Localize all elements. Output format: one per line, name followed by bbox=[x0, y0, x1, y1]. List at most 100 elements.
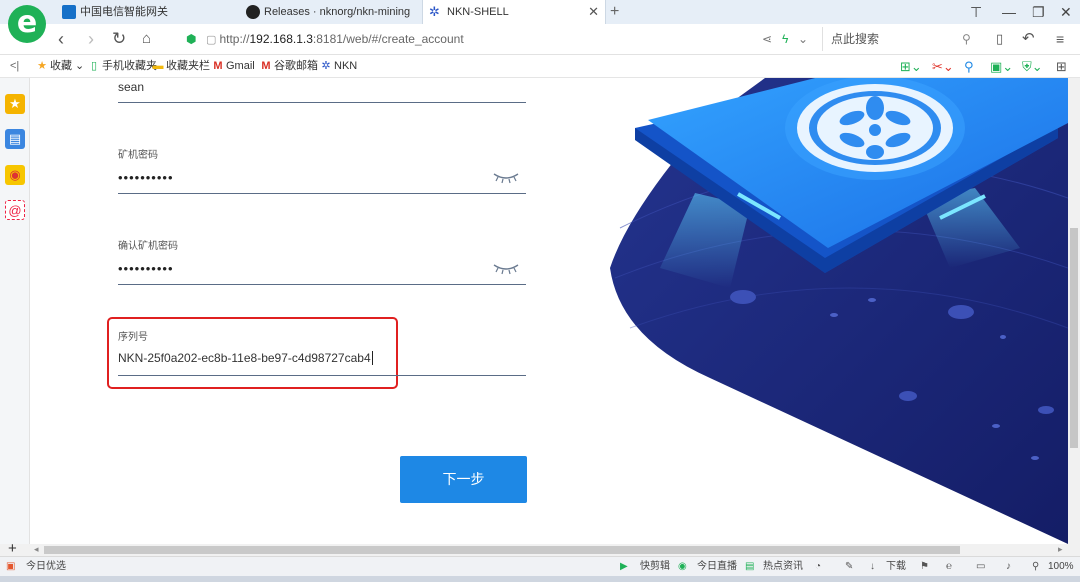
flag-icon[interactable]: ⚑ bbox=[920, 557, 929, 576]
home-icon[interactable]: ⌂ bbox=[142, 27, 151, 51]
favorites-icon[interactable]: ★ bbox=[5, 94, 25, 114]
account-underline bbox=[118, 102, 526, 103]
translate-icon[interactable]: ⊞⌄ bbox=[900, 55, 922, 78]
horizontal-scroll-thumb[interactable] bbox=[44, 546, 960, 554]
search-icon[interactable]: ⚲ bbox=[962, 27, 971, 51]
bookmark-item[interactable]: M Gmail bbox=[212, 55, 254, 78]
zoom-level[interactable]: 100% bbox=[1048, 557, 1074, 576]
horizontal-scrollbar[interactable]: + ◂ ▸ bbox=[0, 540, 1080, 557]
tab-telecom-gateway[interactable]: 中国电信智能网关 bbox=[56, 0, 236, 24]
bookmark-item[interactable]: ★ 收藏 ⌄ bbox=[36, 55, 84, 78]
news-icon[interactable]: ▤ bbox=[5, 129, 25, 149]
browser-logo: e bbox=[8, 5, 46, 43]
tab-nkn-shell[interactable]: ✲ NKN-SHELL ✕ bbox=[422, 0, 606, 24]
bookmarks-bar: <| ★ 收藏 ⌄ ▯ 手机收藏夹 ▬ 收藏夹栏 M Gmail M 谷歌邮箱 ✲ NKN … bbox=[0, 55, 1080, 78]
url-host: 192.168.1.3 bbox=[249, 32, 313, 46]
confirm-password-input[interactable]: •••••••••• bbox=[118, 261, 174, 276]
status-bar: ▣ 今日优选 ▶ 快剪辑 ◉ 今日直播 ▤ 热点资讯 ◔ ✎ ↓ 下载 ⚑ ℮ … bbox=[0, 556, 1080, 576]
live-today-link[interactable]: 今日直播 bbox=[697, 557, 737, 576]
tab-title: NKN-SHELL bbox=[447, 6, 509, 18]
shirt-icon[interactable]: ⊤ bbox=[970, 0, 982, 24]
mail-icon[interactable]: @ bbox=[5, 200, 25, 220]
minimize-icon[interactable]: — bbox=[1002, 0, 1016, 24]
zoom-icon: ⚲ bbox=[1032, 561, 1040, 572]
add-icon[interactable]: + bbox=[8, 540, 17, 557]
back-icon[interactable]: ‹ bbox=[58, 27, 64, 51]
phone-icon[interactable]: ▯ bbox=[996, 27, 1003, 51]
sidebar: ★ ▤ ◉ @ bbox=[0, 78, 30, 556]
shield-icon: ⬢ bbox=[186, 32, 197, 46]
bookmark-label: 手机收藏夹 bbox=[102, 60, 157, 72]
confirm-password-underline bbox=[118, 284, 526, 285]
speed-icon[interactable]: ◔ bbox=[815, 557, 821, 576]
collapse-icon[interactable]: <| bbox=[10, 55, 19, 78]
new-tab-button[interactable]: + bbox=[610, 0, 619, 24]
tab-title: Releases · nknorg/nkn-mining bbox=[264, 6, 411, 18]
github-icon bbox=[246, 5, 260, 19]
bookmark-item[interactable]: ✲ NKN bbox=[320, 55, 357, 78]
url-input[interactable]: ▢ http://192.168.1.3:8181/web/#/create_a… bbox=[206, 27, 836, 51]
refresh-icon[interactable]: ↻ bbox=[112, 27, 126, 51]
scroll-right-icon[interactable]: ▸ bbox=[1058, 544, 1063, 555]
vertical-scroll-thumb[interactable] bbox=[1070, 228, 1078, 448]
bookmark-item[interactable]: M 谷歌邮箱 bbox=[260, 55, 318, 78]
gmail-icon: M bbox=[213, 60, 223, 72]
password-label: 矿机密码 bbox=[118, 150, 158, 161]
address-bar: ‹ › ↻ ⌂ ⬢ ▢ http://192.168.1.3:8181/web/… bbox=[0, 24, 1080, 55]
vertical-scrollbar[interactable] bbox=[1068, 78, 1080, 544]
gmail-icon: M bbox=[261, 60, 271, 72]
hot-news-link[interactable]: 热点资讯 bbox=[763, 557, 803, 576]
bookmark-label: NKN bbox=[334, 60, 358, 72]
folder-icon: ▬ bbox=[152, 60, 164, 72]
restore-icon[interactable]: ❐ bbox=[1032, 0, 1045, 24]
page-content: sean 矿机密码 •••••••••• 确认矿机密码 •••••••••• 序… bbox=[30, 78, 1068, 544]
lightning-icon[interactable]: ϟ bbox=[782, 27, 788, 51]
search-input[interactable]: 点此搜索 bbox=[822, 27, 982, 51]
daily-picks-link[interactable]: 今日优选 bbox=[26, 557, 66, 576]
download-link[interactable]: 下载 bbox=[886, 557, 906, 576]
share-icon[interactable]: ⋖ bbox=[762, 27, 772, 51]
weibo-icon[interactable]: ◉ bbox=[5, 165, 25, 185]
star-icon: ★ bbox=[37, 60, 47, 72]
game-icon[interactable]: ▣⌄ bbox=[990, 55, 1013, 78]
url-path: :8181/web/#/create_account bbox=[312, 32, 464, 46]
bookmark-item[interactable]: ▬ 收藏夹栏 bbox=[152, 55, 211, 78]
serial-value: NKN-25f0a202-ec8b-11e8-be97-c4d98727cab4 bbox=[118, 351, 371, 365]
close-tab-icon[interactable]: ✕ bbox=[588, 0, 599, 24]
bookmark-label: 谷歌邮箱 bbox=[274, 60, 318, 72]
ie-icon[interactable]: ℮ bbox=[946, 557, 952, 576]
phone-icon: ▯ bbox=[90, 60, 98, 72]
magnifier-icon[interactable]: ⚲ bbox=[964, 55, 974, 78]
chevron-down-icon[interactable]: ⌄ bbox=[798, 27, 808, 51]
tab-strip: 中国电信智能网关 Releases · nknorg/nkn-mining ✲ … bbox=[0, 0, 1080, 24]
close-window-icon[interactable]: ✕ bbox=[1060, 0, 1072, 24]
tab-releases[interactable]: Releases · nknorg/nkn-mining bbox=[240, 0, 418, 24]
password-underline bbox=[118, 193, 526, 194]
volume-icon[interactable]: ♪ bbox=[1006, 557, 1011, 576]
bookmark-item[interactable]: ▯ 手机收藏夹 bbox=[88, 55, 157, 78]
url-scheme: http:// bbox=[219, 32, 250, 46]
window-icon[interactable]: ▭ bbox=[976, 557, 985, 576]
eye-closed-icon[interactable] bbox=[492, 170, 520, 184]
text-cursor bbox=[371, 351, 373, 365]
pin-icon[interactable]: ✎ bbox=[845, 557, 853, 576]
nkn-icon: ✲ bbox=[321, 60, 331, 72]
menu-icon[interactable]: ≡ bbox=[1056, 27, 1064, 51]
nkn-icon: ✲ bbox=[429, 4, 440, 19]
serial-underline bbox=[118, 375, 526, 376]
next-step-button[interactable]: 下一步 bbox=[400, 456, 527, 503]
serial-input[interactable]: NKN-25f0a202-ec8b-11e8-be97-c4d98727cab4 bbox=[118, 351, 373, 365]
shield-icon[interactable]: ⛨⌄ bbox=[1022, 55, 1043, 78]
confirm-password-label: 确认矿机密码 bbox=[118, 241, 178, 252]
live-icon: ◉ bbox=[678, 561, 687, 572]
apps-icon[interactable]: ⊞ bbox=[1056, 55, 1067, 78]
eye-closed-icon[interactable] bbox=[492, 261, 520, 275]
password-input[interactable]: •••••••••• bbox=[118, 170, 174, 185]
scroll-left-icon[interactable]: ◂ bbox=[34, 544, 39, 555]
scissors-icon[interactable]: ✂⌄ bbox=[932, 55, 954, 78]
account-name-value[interactable]: sean bbox=[118, 80, 144, 94]
forward-icon[interactable]: › bbox=[88, 27, 94, 51]
quick-edit-link[interactable]: 快剪辑 bbox=[640, 557, 670, 576]
gift-icon: ▣ bbox=[6, 561, 16, 572]
undo-icon[interactable]: ↶ bbox=[1022, 27, 1035, 51]
